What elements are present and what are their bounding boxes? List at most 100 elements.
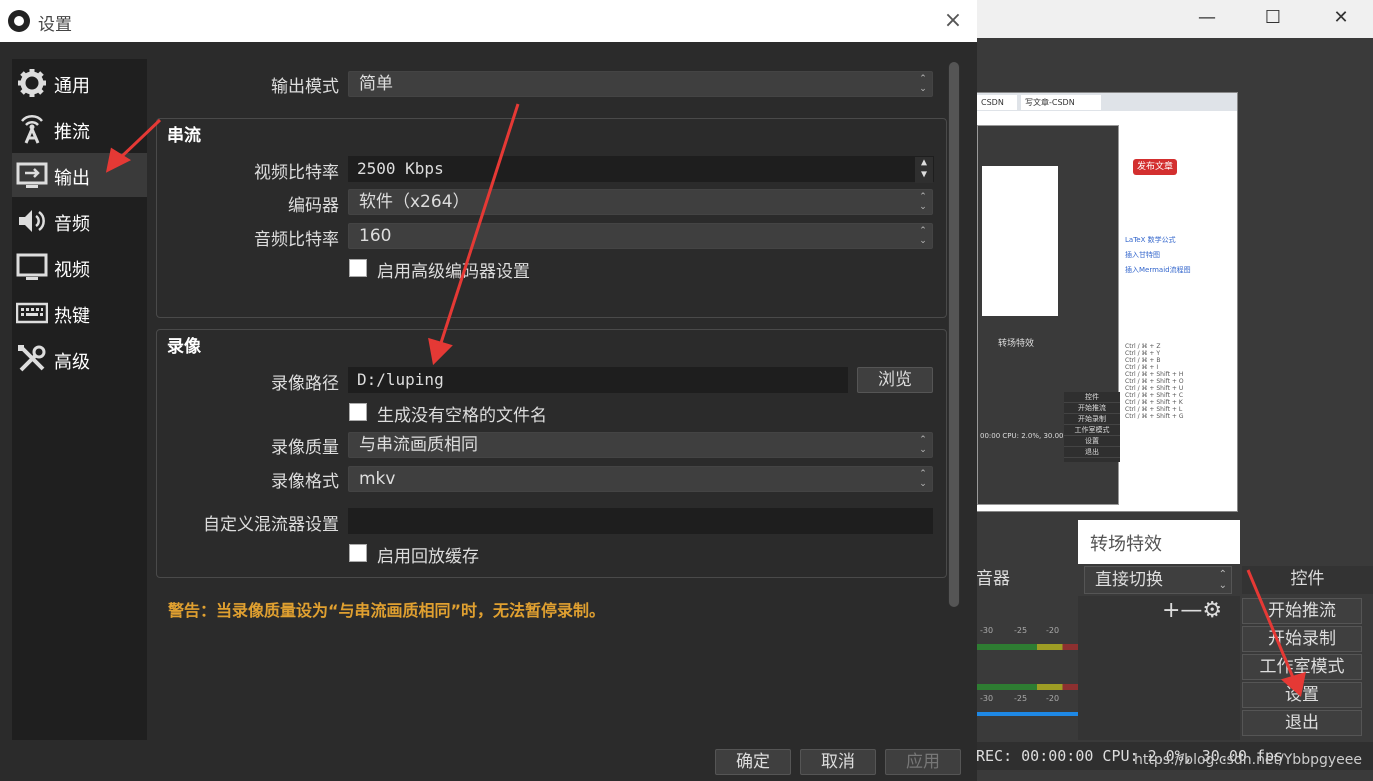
ok-button[interactable]: 确定 (715, 749, 791, 775)
menu-item: 控件 (1064, 392, 1120, 403)
nav-item-video[interactable]: 视频 (12, 245, 147, 289)
transition-tools[interactable]: +—⚙ (1162, 598, 1222, 623)
no-space-filename-checkbox[interactable]: 生成没有空格的文件名 (349, 401, 749, 426)
shortcut-item: Ctrl / ⌘ + Shift + U (1125, 385, 1184, 392)
close-icon[interactable]: × (940, 8, 966, 33)
video-bitrate-label: 视频比特率 (254, 163, 339, 183)
select-arrows-icon: ⌃ ⌄ (919, 74, 927, 94)
nav-label: 音频 (54, 214, 90, 235)
nested-obs-preview: 转场特效 00:00 CPU: 2.0%, 30.00 fps 控件 开始推流 … (977, 125, 1120, 505)
transition-title: 转场特效 (1090, 534, 1162, 555)
video-bitrate-spinbox[interactable]: 2500 Kbps ▲ ▼ (348, 156, 934, 183)
close-icon[interactable]: ✕ (1326, 6, 1356, 30)
scrollbar-thumb[interactable] (949, 62, 959, 607)
start-streaming-button[interactable]: 开始推流 (1242, 598, 1362, 624)
select-arrows-icon: ⌃ ⌄ (919, 469, 927, 489)
video-bitrate-value: 2500 Kbps (357, 159, 444, 178)
shortcut-item: Ctrl / ⌘ + Y (1125, 350, 1161, 357)
nested-preview-image (982, 166, 1058, 316)
nav-item-hotkeys[interactable]: 热键 (12, 291, 147, 335)
recording-quality-select[interactable]: 与串流画质相同 ⌃ ⌄ (348, 432, 933, 458)
nested-controls-menu: 控件 开始推流 开始录制 工作室模式 设置 退出 (1064, 392, 1120, 462)
nav-item-audio[interactable]: 音频 (12, 199, 147, 243)
nav-item-stream[interactable]: 推流 (12, 107, 147, 151)
recording-path-value: D:/luping (357, 370, 444, 389)
latex-tag: LaTeX 数学公式 (1125, 236, 1176, 244)
output-mode-value: 简单 (359, 74, 393, 94)
audio-meter (976, 684, 1078, 690)
checkbox-label: 生成没有空格的文件名 (377, 406, 547, 426)
preview-canvas: CSDN 写文章-CSDN 发布文章 LaTeX 数学公式 插入甘特图 插入Me… (976, 92, 1238, 512)
output-monitor-icon (16, 162, 48, 188)
meter-tick: -30 (980, 626, 994, 635)
transition-panel-header: 转场特效 (1078, 520, 1240, 564)
browser-tab-bar: CSDN 写文章-CSDN (977, 93, 1237, 111)
meter-tick: -25 (1014, 626, 1028, 635)
settings-nav: 通用 推流 输出 音频 视频 热键 高级 (12, 59, 147, 740)
recording-path-input[interactable]: D:/luping (348, 367, 848, 393)
monitor-icon (16, 253, 48, 280)
gantt-tag: 插入甘特图 (1125, 251, 1160, 259)
watermark: https://blog.csdn.net/Ybbpgyeee (1134, 752, 1362, 768)
nav-item-advanced[interactable]: 高级 (12, 337, 147, 381)
advanced-encoder-checkbox[interactable]: 启用高级编码器设置 (349, 257, 749, 282)
recording-format-label: 录像格式 (271, 472, 339, 492)
meter-tick: -30 (980, 694, 994, 703)
volume-slider[interactable] (976, 712, 1078, 716)
minimize-icon[interactable]: — (1192, 6, 1222, 30)
shortcut-item: Ctrl / ⌘ + Shift + K (1125, 399, 1183, 406)
nav-item-output[interactable]: 输出 (12, 153, 147, 197)
output-mode-select[interactable]: 简单 ⌃ ⌄ (348, 71, 933, 97)
apply-button[interactable]: 应用 (885, 749, 961, 775)
browser-tab: 写文章-CSDN (1021, 95, 1101, 110)
tools-icon (18, 345, 46, 372)
custom-muxer-label: 自定义混流器设置 (203, 515, 339, 535)
browse-button[interactable]: 浏览 (857, 367, 933, 393)
recording-quality-value: 与串流画质相同 (359, 435, 478, 455)
transition-select[interactable]: 直接切换 ⌃ ⌄ (1084, 566, 1232, 594)
checkbox-label: 启用高级编码器设置 (377, 262, 530, 282)
editor-tags: LaTeX 数学公式 插入甘特图 插入Mermaid流程图 (1125, 233, 1235, 278)
output-mode-label: 输出模式 (271, 77, 339, 97)
start-recording-button[interactable]: 开始录制 (1242, 626, 1362, 652)
menu-item: 开始推流 (1064, 403, 1120, 414)
select-arrows-icon: ⌃ ⌄ (919, 226, 927, 246)
publish-button: 发布文章 (1133, 159, 1177, 175)
nav-label: 视频 (54, 260, 90, 281)
recording-group-title: 录像 (167, 337, 201, 357)
checkbox-label: 启用回放缓存 (377, 547, 479, 567)
encoder-select[interactable]: 软件（x264） ⌃ ⌄ (348, 189, 933, 215)
spin-arrows-icon[interactable]: ▲ ▼ (915, 157, 933, 183)
exit-button[interactable]: 退出 (1242, 710, 1362, 736)
custom-muxer-input[interactable] (348, 508, 933, 534)
menu-item: 工作室模式 (1064, 425, 1120, 436)
checkbox-box[interactable] (349, 259, 367, 277)
recording-quality-label: 录像质量 (271, 438, 339, 458)
checkbox-box[interactable] (349, 544, 367, 562)
shortcut-item: Ctrl / ⌘ + Shift + C (1125, 392, 1184, 399)
audio-bitrate-label: 音频比特率 (254, 230, 339, 250)
studio-mode-button[interactable]: 工作室模式 (1242, 654, 1362, 680)
nested-status: 00:00 CPU: 2.0%, 30.00 fps (980, 432, 1077, 440)
settings-button[interactable]: 设置 (1242, 682, 1362, 708)
shortcut-item: Ctrl / ⌘ + I (1125, 364, 1159, 371)
checkbox-box[interactable] (349, 403, 367, 421)
nav-label: 推流 (54, 122, 90, 143)
content-scrollbar[interactable] (948, 62, 960, 607)
shortcut-item: Ctrl / ⌘ + Z (1125, 343, 1161, 350)
replay-buffer-checkbox[interactable]: 启用回放缓存 (349, 542, 749, 567)
nav-item-general[interactable]: 通用 (12, 61, 147, 105)
obs-logo-icon (8, 10, 30, 32)
cancel-button[interactable]: 取消 (800, 749, 876, 775)
recording-format-select[interactable]: mkv ⌃ ⌄ (348, 466, 933, 492)
select-arrows-icon: ⌃ ⌄ (919, 435, 927, 455)
nav-label: 输出 (54, 168, 90, 189)
shortcut-item: Ctrl / ⌘ + Shift + H (1125, 371, 1184, 378)
meter-tick: -20 (1046, 626, 1060, 635)
audio-bitrate-select[interactable]: 160 ⌃ ⌄ (348, 223, 933, 249)
obs-main-window: — ☐ ✕ CSDN 写文章-CSDN 发布文章 LaTeX 数学公式 插入甘特… (976, 0, 1373, 781)
dialog-title: 设置 (38, 15, 72, 35)
meter-tick: -25 (1014, 694, 1028, 703)
maximize-icon[interactable]: ☐ (1258, 6, 1288, 30)
encoder-value: 软件（x264） (359, 192, 470, 212)
